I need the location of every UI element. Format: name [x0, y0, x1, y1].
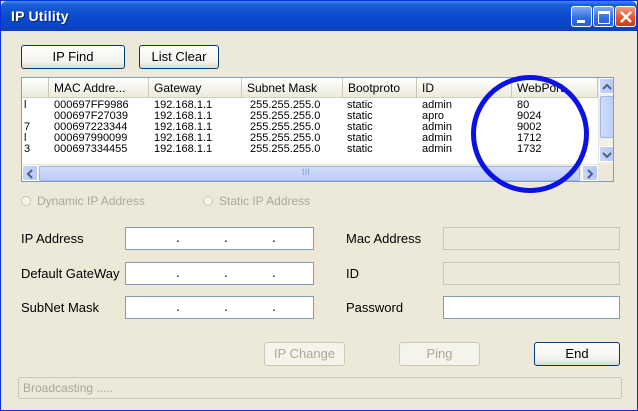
- row-gateway: 192.168.1.1: [154, 133, 213, 144]
- ip-dot: .: [224, 231, 228, 245]
- chevron-up-icon: [602, 83, 612, 90]
- chevron-right-icon: [587, 169, 594, 179]
- id-field: [443, 262, 620, 285]
- column-header-gateway[interactable]: Gateway: [149, 78, 242, 98]
- ip-find-button[interactable]: IP Find: [21, 45, 125, 69]
- mac-address-field: [443, 227, 620, 250]
- column-header-mac[interactable]: MAC Addre...: [49, 78, 149, 98]
- row-subnet: 255.255.255.0: [250, 144, 321, 155]
- row-gateway: 192.168.1.1: [154, 100, 213, 111]
- password-field[interactable]: [443, 296, 620, 319]
- subnet-mask-label: SubNet Mask: [21, 300, 100, 315]
- end-button[interactable]: End: [534, 342, 620, 366]
- static-ip-radio[interactable]: Static IP Address: [203, 194, 310, 208]
- ip-utility-window: IP Utility IP Find List Clear MAC Addre.…: [0, 0, 638, 411]
- ip-dot: .: [272, 300, 276, 314]
- ip-dot: .: [272, 266, 276, 280]
- column-header-subnet[interactable]: Subnet Mask: [242, 78, 343, 98]
- row-index: l: [24, 133, 27, 144]
- row-subnet: 255.255.255.0: [250, 100, 321, 111]
- ip-address-field[interactable]: . . .: [125, 227, 314, 250]
- ip-dot: .: [176, 300, 180, 314]
- ip-address-label: IP Address: [21, 231, 84, 246]
- ping-button[interactable]: Ping: [399, 342, 480, 366]
- password-label: Password: [346, 300, 404, 315]
- scroll-grip: III: [302, 168, 310, 178]
- title-bar[interactable]: IP Utility: [1, 1, 637, 31]
- row-bootproto: static: [347, 144, 373, 155]
- static-ip-label: Static IP Address: [219, 194, 311, 208]
- row-bootproto: static: [347, 122, 373, 133]
- close-button[interactable]: [615, 6, 636, 27]
- vertical-scrollbar[interactable]: [598, 78, 613, 164]
- subnet-mask-field[interactable]: . . .: [125, 296, 314, 319]
- ip-dot: .: [224, 300, 228, 314]
- row-mac: 000697990099: [54, 133, 128, 144]
- ip-dot: .: [176, 231, 180, 245]
- row-subnet: 255.255.255.0: [250, 111, 321, 122]
- ip-dot: .: [272, 231, 276, 245]
- status-bar: Broadcasting .....: [18, 377, 622, 399]
- row-index: [22, 111, 49, 122]
- default-gateway-field[interactable]: . . .: [125, 262, 314, 285]
- chevron-down-icon: [602, 152, 612, 159]
- radio-icon: [21, 196, 31, 206]
- scroll-right-button[interactable]: [582, 165, 598, 181]
- row-mac: 000697334455: [54, 144, 128, 155]
- dynamic-ip-radio[interactable]: Dynamic IP Address: [21, 194, 145, 208]
- row-index: l: [24, 100, 27, 111]
- row-index: 7: [24, 122, 31, 133]
- close-icon: [620, 11, 632, 23]
- ip-dot: .: [176, 266, 180, 280]
- row-subnet: 255.255.255.0: [250, 133, 321, 144]
- row-mac: 000697FF9986: [54, 100, 129, 111]
- row-bootproto: static: [347, 111, 373, 122]
- dynamic-ip-label: Dynamic IP Address: [37, 194, 145, 208]
- vertical-scroll-thumb[interactable]: [600, 96, 613, 138]
- row-gateway: 192.168.1.1: [154, 111, 213, 122]
- row-subnet: 255.255.255.0: [250, 122, 321, 133]
- minimize-button[interactable]: [571, 6, 592, 27]
- row-index: 3: [24, 144, 31, 155]
- row-gateway: 192.168.1.1: [154, 122, 213, 133]
- row-gateway: 192.168.1.1: [154, 144, 213, 155]
- radio-icon: [203, 196, 213, 206]
- ip-dot: .: [224, 266, 228, 280]
- scroll-down-button[interactable]: [599, 146, 613, 162]
- ip-change-button[interactable]: IP Change: [264, 342, 345, 366]
- maximize-button[interactable]: [593, 6, 614, 27]
- mac-address-label: Mac Address: [346, 231, 422, 246]
- row-mac: 000697F27039: [54, 111, 129, 122]
- id-label: ID: [346, 266, 359, 281]
- list-clear-button[interactable]: List Clear: [139, 45, 219, 69]
- column-header-bootproto[interactable]: Bootproto: [343, 78, 417, 98]
- column-header-index[interactable]: [22, 78, 49, 98]
- scroll-left-button[interactable]: [22, 165, 38, 181]
- row-bootproto: static: [347, 133, 373, 144]
- scroll-corner: [598, 164, 613, 181]
- window-title: IP Utility: [11, 8, 69, 24]
- scroll-up-button[interactable]: [599, 78, 613, 94]
- chevron-left-icon: [26, 169, 33, 179]
- default-gateway-label: Default GateWay: [21, 266, 120, 281]
- row-bootproto: static: [347, 100, 373, 111]
- annotation-circle: [471, 75, 589, 193]
- row-mac: 000697223344: [54, 122, 128, 133]
